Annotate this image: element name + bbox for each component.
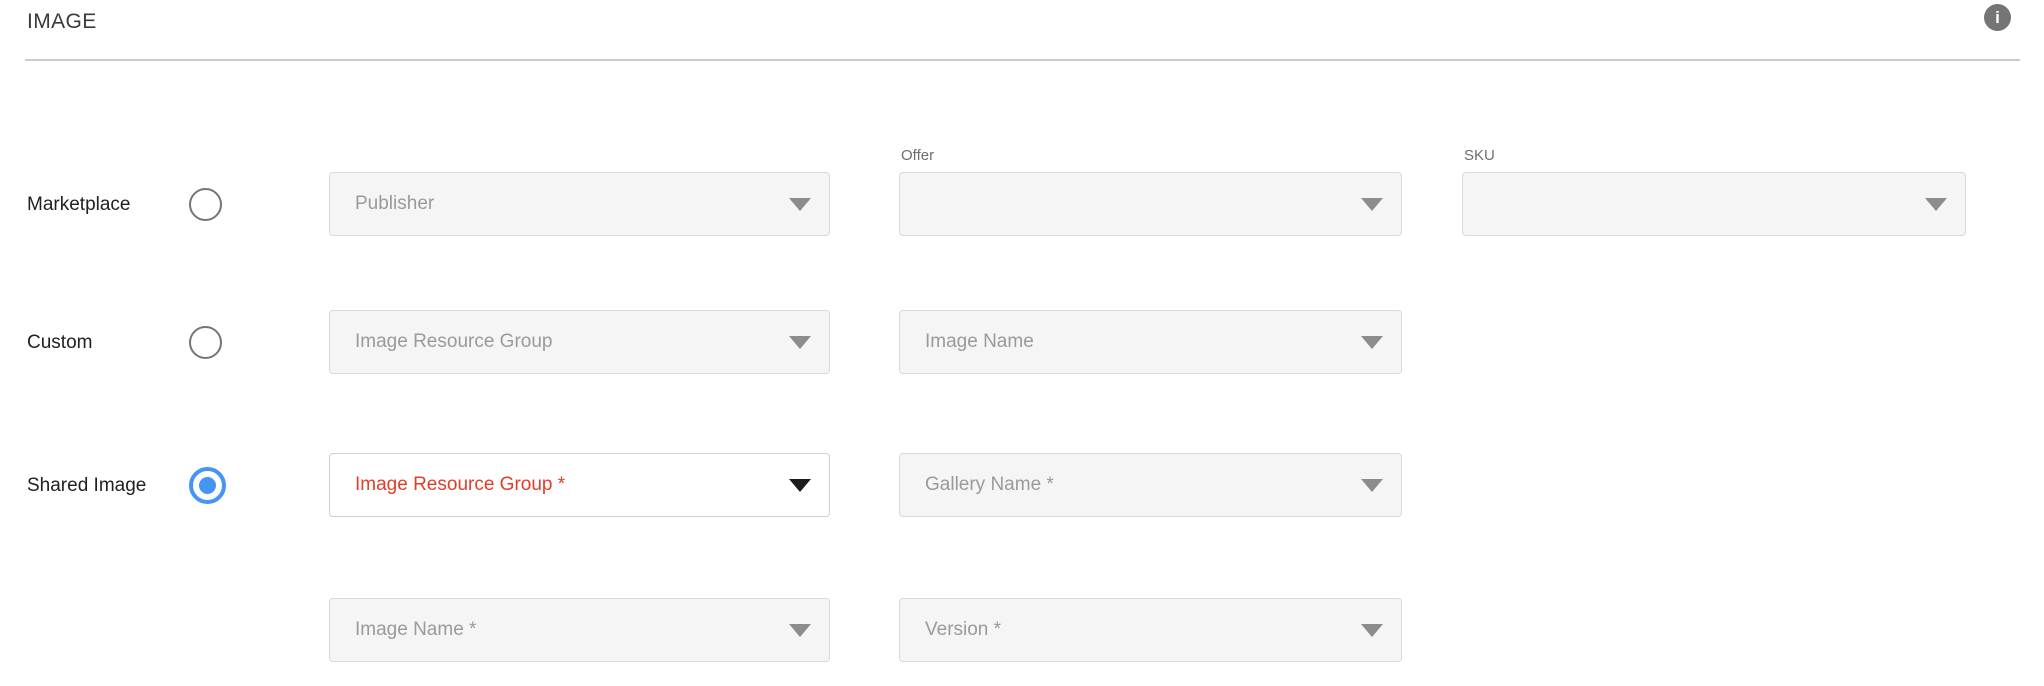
image-form-section: IMAGE i Marketplace Publisher Offer SKU … [0, 0, 2044, 686]
field-label-offer: Offer [901, 147, 934, 164]
dropdown-version[interactable]: Version * [899, 598, 1402, 662]
dropdown-placeholder: Image Resource Group * [355, 474, 565, 496]
radio-custom[interactable] [189, 326, 222, 359]
dropdown-shared-image-resource-group[interactable]: Image Resource Group * [329, 453, 830, 517]
dropdown-sku[interactable] [1462, 172, 1966, 236]
chevron-down-icon [1361, 198, 1383, 211]
dropdown-placeholder: Image Name * [355, 619, 476, 641]
chevron-down-icon [789, 336, 811, 349]
dropdown-placeholder: Gallery Name * [925, 474, 1054, 496]
chevron-down-icon [789, 198, 811, 211]
radio-label-custom: Custom [27, 331, 92, 355]
dropdown-placeholder: Image Resource Group [355, 331, 553, 353]
chevron-down-icon [1361, 624, 1383, 637]
chevron-down-icon [1925, 198, 1947, 211]
dropdown-offer[interactable] [899, 172, 1402, 236]
radio-label-shared-image: Shared Image [27, 474, 146, 498]
radio-shared-image[interactable] [189, 467, 226, 504]
dropdown-custom-image-resource-group[interactable]: Image Resource Group [329, 310, 830, 374]
radio-selected-dot [199, 477, 216, 494]
radio-marketplace[interactable] [189, 188, 222, 221]
dropdown-gallery-name[interactable]: Gallery Name * [899, 453, 1402, 517]
dropdown-placeholder: Publisher [355, 193, 434, 215]
dropdown-publisher[interactable]: Publisher [329, 172, 830, 236]
dropdown-placeholder: Image Name [925, 331, 1034, 353]
chevron-down-icon [789, 479, 811, 492]
chevron-down-icon [789, 624, 811, 637]
chevron-down-icon [1361, 479, 1383, 492]
dropdown-custom-image-name[interactable]: Image Name [899, 310, 1402, 374]
dropdown-shared-image-name[interactable]: Image Name * [329, 598, 830, 662]
info-icon[interactable]: i [1984, 4, 2011, 31]
section-divider [25, 59, 2020, 61]
chevron-down-icon [1361, 336, 1383, 349]
dropdown-placeholder: Version * [925, 619, 1001, 641]
radio-label-marketplace: Marketplace [27, 193, 131, 217]
field-label-sku: SKU [1464, 147, 1495, 164]
section-title: IMAGE [27, 10, 97, 34]
